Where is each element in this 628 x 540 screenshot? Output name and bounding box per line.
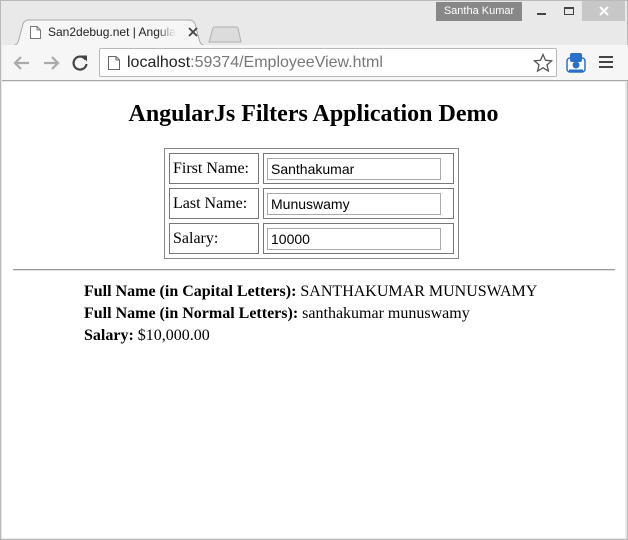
page-title: AngularJs Filters Application Demo: [128, 101, 499, 127]
browser-tab-active[interactable]: San2debug.net | AngularJs Filters Applic…: [9, 19, 209, 46]
page-info-icon[interactable]: [108, 56, 120, 70]
capital-name-value: SANTHAKUMAR MUNUSWAMY: [296, 283, 538, 300]
first-name-label: First Name:: [169, 153, 259, 184]
maximize-icon: [563, 7, 574, 15]
page-favicon-icon: [30, 26, 41, 39]
maximize-button[interactable]: [555, 1, 582, 21]
menu-bar: [599, 61, 613, 63]
salary-row: Salary:: [169, 223, 454, 254]
url-host: localhost: [127, 54, 191, 71]
last-name-cell: [263, 188, 454, 219]
last-name-row: Last Name:: [169, 188, 454, 219]
reload-icon[interactable]: [70, 53, 90, 73]
normal-name-label: Full Name (in Normal Letters):: [84, 305, 299, 322]
horizontal-divider: [13, 269, 615, 271]
url-text[interactable]: localhost:59374/EmployeeView.html: [127, 54, 383, 72]
capital-name-label: Full Name (in Capital Letters):: [84, 283, 297, 300]
url-path: :59374/EmployeeView.html: [190, 54, 383, 71]
salary-input[interactable]: [267, 227, 441, 250]
page-content: AngularJs Filters Application Demo First…: [2, 82, 625, 538]
hamburger-menu-icon[interactable]: [599, 56, 613, 69]
normal-name-value: santhakumar munuswamy: [298, 305, 470, 322]
bookmark-star-icon[interactable]: [533, 53, 553, 73]
menu-bar: [599, 56, 613, 58]
salary-label: Salary:: [169, 223, 259, 254]
normal-name-line: Full Name (in Normal Letters): santhakum…: [84, 303, 537, 325]
salary-result-value: $10,000.00: [133, 327, 210, 344]
salary-cell: [263, 223, 454, 254]
minimize-icon: [537, 13, 546, 15]
extension-icon[interactable]: [566, 52, 586, 74]
user-profile-badge[interactable]: Santha Kumar: [436, 2, 522, 21]
salary-result-line: Salary: $10,000.00: [84, 325, 537, 347]
last-name-input[interactable]: [267, 192, 441, 215]
tab-title: San2debug.net | AngularJs Filters Applic…: [48, 25, 176, 39]
back-arrow-icon[interactable]: [12, 53, 32, 73]
close-icon: [598, 6, 609, 16]
menu-bar: [599, 66, 613, 68]
last-name-label: Last Name:: [169, 188, 259, 219]
address-bar[interactable]: localhost:59374/EmployeeView.html: [99, 48, 557, 77]
new-tab-button[interactable]: [208, 26, 242, 43]
capital-name-line: Full Name (in Capital Letters): SANTHAKU…: [84, 281, 537, 303]
results-section: Full Name (in Capital Letters): SANTHAKU…: [84, 281, 537, 347]
first-name-cell: [263, 153, 454, 184]
first-name-row: First Name:: [169, 153, 454, 184]
browser-toolbar: localhost:59374/EmployeeView.html: [2, 45, 628, 81]
minimize-button[interactable]: [528, 1, 555, 21]
employee-form-table: First Name: Last Name: Salary:: [164, 148, 459, 259]
browser-window: Santha Kumar San2debug.net | AngularJs F…: [0, 0, 628, 540]
forward-arrow-icon[interactable]: [41, 53, 61, 73]
first-name-input[interactable]: [267, 157, 441, 180]
close-window-button[interactable]: [582, 1, 625, 21]
salary-result-label: Salary:: [84, 327, 134, 344]
tab-close-icon[interactable]: [187, 26, 199, 38]
